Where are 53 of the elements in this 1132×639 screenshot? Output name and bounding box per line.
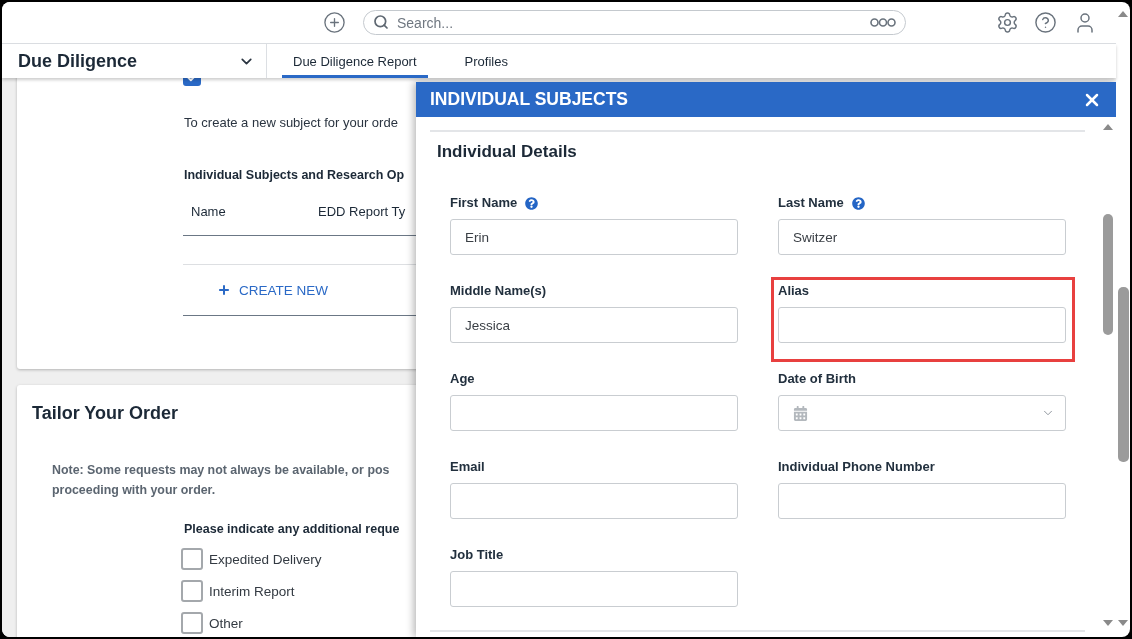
prompt-text: Please indicate any additional reque: [184, 521, 400, 538]
field-label: Email: [450, 459, 485, 475]
checkbox[interactable]: [181, 612, 203, 634]
card-title: Tailor Your Order: [32, 403, 179, 423]
help-icon[interactable]: [851, 196, 865, 210]
table-title: Individual Subjects and Research Op: [184, 167, 405, 184]
nav-tab[interactable]: Profiles: [453, 44, 519, 78]
field-label: Age: [450, 371, 475, 387]
option-label: Other: [209, 615, 243, 631]
checkbox[interactable]: [181, 548, 203, 570]
text-input[interactable]: [778, 483, 1066, 519]
modal-title: INDIVIDUAL SUBJECTS: [430, 89, 629, 110]
text-input[interactable]: [450, 483, 738, 519]
plus-icon: [217, 283, 231, 297]
text-input[interactable]: Switzer: [778, 219, 1066, 255]
create-new-button[interactable]: CREATE NEW: [217, 282, 328, 298]
section-title: Individual Details: [437, 142, 577, 162]
scrollbar-thumb[interactable]: [1103, 214, 1113, 335]
help-icon: [1034, 11, 1057, 34]
search-field[interactable]: Search...: [363, 10, 906, 35]
field-label: Alias: [778, 283, 810, 299]
field-label: Job Title: [450, 547, 504, 563]
field-label: Date of Birth: [778, 371, 856, 387]
scrollbar-thumb[interactable]: [1117, 287, 1129, 462]
text-input[interactable]: Jessica: [450, 307, 738, 343]
settings-button[interactable]: [996, 11, 1019, 34]
option-label: Expedited Delivery: [209, 551, 322, 567]
field-label: Middle Name(s): [450, 283, 547, 299]
text-input[interactable]: [778, 307, 1066, 343]
add-button[interactable]: [323, 11, 346, 34]
calendar-icon: [793, 405, 808, 421]
scroll-up-icon[interactable]: [1103, 124, 1113, 130]
plus-circle-icon: [323, 11, 346, 34]
column-header: EDD Report Ty: [318, 203, 406, 219]
date-picker-field[interactable]: [778, 395, 1066, 431]
help-icon[interactable]: [525, 196, 539, 210]
field-label: Last Name: [778, 195, 844, 211]
option-label: Interim Report: [209, 583, 295, 599]
field-label: Individual Phone Number: [778, 459, 935, 475]
text-input[interactable]: [450, 571, 738, 607]
note-text: Note: Some requests may not always be available, or pos proceeding with your order.: [52, 462, 390, 499]
help-button[interactable]: [1034, 11, 1057, 34]
text-input[interactable]: [450, 395, 738, 431]
column-header: Name: [191, 203, 226, 219]
search-icon: [373, 14, 389, 30]
text-input[interactable]: Erin: [450, 219, 738, 255]
scroll-up-icon[interactable]: [1118, 11, 1128, 17]
dots-icon[interactable]: [870, 18, 896, 27]
field-label: First Name: [450, 195, 518, 211]
checkbox[interactable]: [181, 580, 203, 602]
module-selector[interactable]: Due Diligence: [2, 44, 267, 78]
settings-icon: [996, 11, 1019, 34]
intro-text: To create a new subject for your orde: [184, 114, 398, 132]
